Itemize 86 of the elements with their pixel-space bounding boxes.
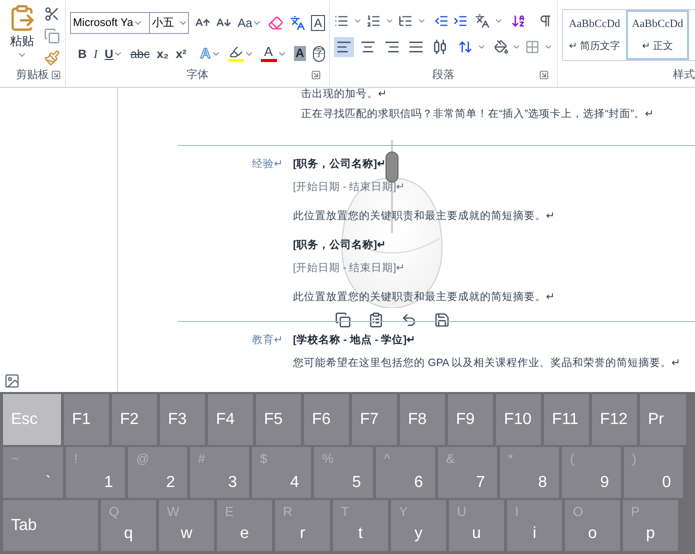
keyboard-key[interactable]: $ 4 <box>252 447 311 498</box>
keyboard-key[interactable]: F6 <box>304 394 349 445</box>
format-button[interactable]: abc <box>130 44 150 62</box>
character-border-button[interactable]: A <box>311 15 326 31</box>
keyboard-key[interactable]: ( 9 <box>562 447 621 498</box>
group-label: 段落 <box>432 68 454 83</box>
shading-icon[interactable] <box>494 39 508 55</box>
enclose-character-button[interactable]: 字 <box>313 46 326 62</box>
change-case-button[interactable]: Aa <box>238 14 252 32</box>
keyboard-key[interactable]: ) 0 <box>624 447 683 498</box>
keyboard-key[interactable]: @ 2 <box>128 447 187 498</box>
format-button[interactable]: x² <box>176 44 186 62</box>
format-button[interactable]: U <box>104 44 114 62</box>
document-text: 击出现的加号。↵ <box>301 88 388 102</box>
bullets-icon[interactable] <box>334 13 349 29</box>
style-preview: AaBbCcDd <box>632 17 684 32</box>
text-effects-button[interactable]: A <box>200 43 211 64</box>
keyboard-key[interactable]: Pr <box>640 394 686 445</box>
show-marks-icon[interactable] <box>538 13 553 29</box>
entry-heading: [职务，公司名称]↵ <box>293 157 387 172</box>
keyboard-key[interactable]: & 7 <box>438 447 497 498</box>
format-button[interactable]: B <box>78 44 87 62</box>
keyboard-key[interactable]: F9 <box>448 394 493 445</box>
multilevel-list-icon[interactable] <box>398 13 413 29</box>
keyboard-key[interactable]: F11 <box>544 394 589 445</box>
group-label: 样式 <box>673 68 695 82</box>
increase-indent-icon[interactable] <box>452 13 468 29</box>
keyboard-key[interactable]: F10 <box>496 394 541 445</box>
keyboard-key[interactable]: F12 <box>592 394 637 445</box>
sort-icon[interactable] <box>511 13 526 29</box>
paste-icon[interactable] <box>368 312 384 328</box>
group-label: 剪贴板 <box>16 68 49 83</box>
save-icon[interactable] <box>434 312 450 328</box>
line-spacing-icon[interactable] <box>458 39 473 55</box>
align-button[interactable] <box>334 37 354 57</box>
keyboard-key[interactable]: ! 1 <box>66 447 125 498</box>
keyboard-key[interactable]: F4 <box>208 394 253 445</box>
dialog-launcher-icon[interactable] <box>311 70 321 80</box>
font-color-button[interactable]: A <box>260 45 277 62</box>
image-thumbnail-icon <box>4 373 20 389</box>
eraser-icon[interactable] <box>268 15 284 31</box>
keyboard-key[interactable]: % 5 <box>314 447 373 498</box>
keyboard-key[interactable]: F8 <box>400 394 445 445</box>
dialog-launcher-icon[interactable] <box>539 70 549 80</box>
style-card[interactable]: AaBbCcDd ↵ 简历文字 <box>563 10 626 60</box>
style-name: ↵ 正文 <box>642 40 673 54</box>
character-shading-button[interactable]: A <box>294 46 306 61</box>
keyboard-key[interactable]: # 3 <box>190 447 249 498</box>
section-label: 教育↵ <box>252 334 283 346</box>
entry-heading: [职务，公司名称]↵ <box>293 238 387 253</box>
date-range: [开始日期 - 结束日期]↵ <box>293 180 406 195</box>
paragraph-text: 此位置放置您的关键职责和最主要成就的简短摘要。↵ <box>293 209 556 224</box>
keyboard-key[interactable]: ^ 6 <box>376 447 435 498</box>
format-button[interactable]: x₂ <box>156 44 169 62</box>
keyboard-key[interactable]: ~ ` <box>3 447 63 498</box>
section-label: 经验↵ <box>252 158 283 170</box>
cut-icon[interactable] <box>44 6 60 22</box>
keyboard-key[interactable]: Esc <box>3 394 61 445</box>
keyboard-key[interactable]: * 8 <box>500 447 559 498</box>
chinese-layout-icon[interactable] <box>475 13 490 29</box>
entry-heading: [学校名称 - 地点 - 学位]↵ <box>293 333 417 348</box>
keyboard-key[interactable]: F7 <box>352 394 397 445</box>
style-name: ↵ 简历文字 <box>569 40 620 54</box>
decrease-indent-icon[interactable] <box>434 13 449 29</box>
group-label: 字体 <box>186 68 208 83</box>
paragraph-text: 此位置放置您的关键职责和最主要成就的简短摘要。↵ <box>293 290 556 305</box>
numbering-icon[interactable] <box>366 13 381 29</box>
keyboard-key[interactable]: Tab <box>3 500 98 551</box>
undo-icon[interactable] <box>400 312 416 328</box>
date-range: [开始日期 - 结束日期]↵ <box>293 261 406 276</box>
format-button[interactable]: I <box>94 44 98 62</box>
highlighter-icon[interactable] <box>228 45 244 62</box>
format-painter-icon[interactable] <box>44 50 60 66</box>
paragraph-text: 您可能希望在这里包括您的 GPA 以及相关课程作业、奖品和荣誉的简短摘要。↵ <box>293 356 678 371</box>
style-card[interactable]: AaBbCcDd ↵ 正文 <box>626 10 689 60</box>
keyboard-key[interactable]: F5 <box>256 394 301 445</box>
borders-icon[interactable] <box>525 39 540 55</box>
style-preview: AaBbCcDd <box>568 17 620 32</box>
document-text: 正在寻找匹配的求职信吗？非常简单！在“插入”选项卡上，选择“封面”。↵ <box>301 107 655 122</box>
copy-icon[interactable] <box>334 312 350 328</box>
dialog-launcher-icon[interactable] <box>51 70 61 80</box>
keyboard-key[interactable]: F1 <box>64 394 109 445</box>
phonetic-guide-icon[interactable] <box>290 15 305 31</box>
keyboard-key[interactable]: F2 <box>112 394 157 445</box>
keyboard-key[interactable]: F3 <box>160 394 205 445</box>
paste-button[interactable]: 粘贴 <box>8 4 36 66</box>
